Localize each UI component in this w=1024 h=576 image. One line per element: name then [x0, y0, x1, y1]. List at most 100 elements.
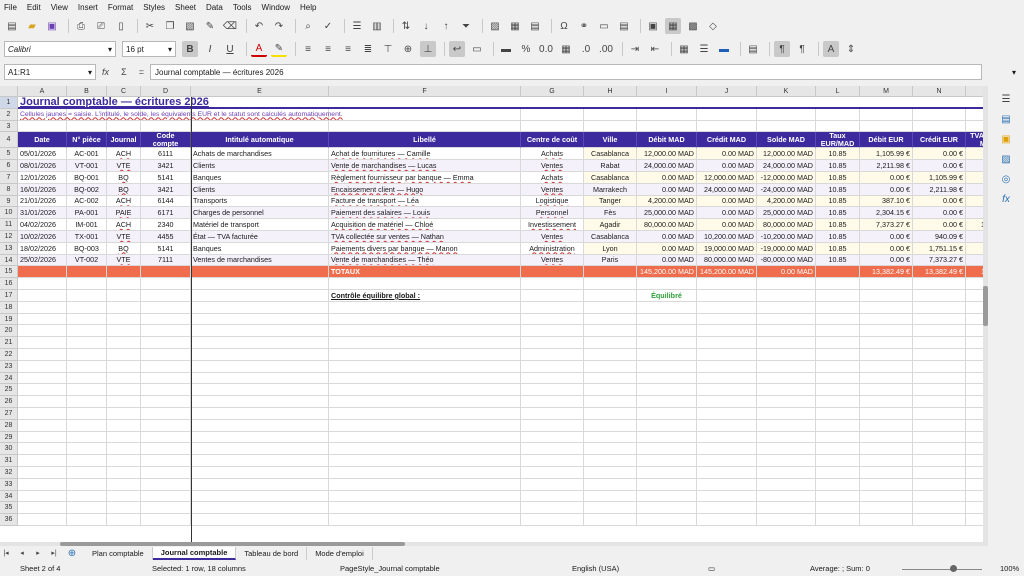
- grid-cell[interactable]: [637, 490, 697, 503]
- grid-cell[interactable]: [18, 431, 67, 444]
- grid-cell[interactable]: [67, 301, 107, 314]
- grid-cell[interactable]: [816, 514, 860, 526]
- zoom-slider-handle[interactable]: [950, 565, 957, 572]
- grid-cell[interactable]: [637, 431, 697, 444]
- entry-cell[interactable]: 10.85: [816, 231, 860, 243]
- select-all-corner[interactable]: [0, 86, 18, 97]
- grid-cell[interactable]: [107, 514, 141, 526]
- menu-item-styles[interactable]: Styles: [143, 3, 165, 12]
- grid-cell[interactable]: [637, 419, 697, 432]
- entry-cell[interactable]: Agadir: [584, 219, 637, 231]
- row-header[interactable]: 5: [0, 148, 18, 161]
- column-header[interactable]: D: [141, 86, 191, 97]
- grid-cell[interactable]: [67, 372, 107, 385]
- grid-cell[interactable]: [67, 514, 107, 526]
- grid-cell[interactable]: [816, 455, 860, 467]
- grid-cell[interactable]: [67, 419, 107, 432]
- entry-cell[interactable]: 0.00 MAD: [637, 172, 697, 184]
- entry-cell[interactable]: 4455: [141, 231, 191, 243]
- grid-cell[interactable]: [67, 360, 107, 373]
- sort-descending-icon[interactable]: ↑: [438, 18, 454, 34]
- grid-cell[interactable]: [107, 290, 141, 302]
- grid-cell[interactable]: [18, 278, 67, 290]
- pivot-table-icon[interactable]: ▤: [527, 18, 543, 34]
- grid-cell[interactable]: [637, 325, 697, 338]
- entry-cell[interactable]: Clients: [191, 160, 329, 172]
- grid-cell[interactable]: [757, 325, 816, 338]
- grid-cell[interactable]: [67, 313, 107, 326]
- formula-input[interactable]: Journal comptable — écritures 2026: [150, 64, 982, 80]
- grid-cell[interactable]: [913, 372, 966, 385]
- function-wizard-icon[interactable]: fx: [102, 67, 109, 77]
- entry-cell[interactable]: 0.00 MAD: [637, 183, 697, 196]
- grid-cell[interactable]: [107, 349, 141, 361]
- menu-item-window[interactable]: Window: [262, 3, 290, 12]
- entry-cell[interactable]: 0.00 €: [913, 195, 966, 208]
- column-header[interactable]: I: [637, 86, 697, 97]
- paste-icon[interactable]: ▧: [182, 18, 198, 34]
- entry-cell[interactable]: ACH: [107, 219, 141, 231]
- percent-format-icon[interactable]: %: [518, 41, 534, 57]
- grid-cell[interactable]: [584, 455, 637, 467]
- grid-cell[interactable]: [637, 502, 697, 515]
- save-icon[interactable]: ▣: [44, 18, 60, 34]
- sheet-note[interactable]: Cellules jaunes = saisie. L'intitulé, le…: [18, 109, 988, 121]
- column-header[interactable]: H: [584, 86, 637, 97]
- grid-cell[interactable]: [860, 337, 913, 349]
- entry-cell[interactable]: IM-001: [67, 219, 107, 231]
- grid-cell[interactable]: [521, 502, 584, 515]
- grid-cell[interactable]: [816, 349, 860, 361]
- grid-cell[interactable]: [521, 419, 584, 432]
- grid-cell[interactable]: [107, 431, 141, 444]
- row-header[interactable]: 23: [0, 360, 18, 373]
- entry-cell[interactable]: Administration: [521, 242, 584, 255]
- grid-cell[interactable]: [913, 290, 966, 302]
- grid-cell[interactable]: [141, 502, 191, 515]
- entry-cell[interactable]: Paiements divers par banque — Manon: [329, 242, 521, 255]
- entry-cell[interactable]: 7,373.27 €: [860, 219, 913, 231]
- grid-cell[interactable]: [913, 313, 966, 326]
- properties-icon[interactable]: ▤: [999, 112, 1013, 126]
- grid-cell[interactable]: [67, 490, 107, 503]
- entry-cell[interactable]: 31/01/2026: [18, 207, 67, 220]
- grid-cell[interactable]: [637, 384, 697, 397]
- column-title[interactable]: Ville: [584, 132, 637, 149]
- column-title[interactable]: Journal: [107, 132, 141, 149]
- image-icon[interactable]: ▨: [487, 18, 503, 34]
- entry-cell[interactable]: 6111: [141, 148, 191, 161]
- entry-cell[interactable]: -10,200.00 MAD: [757, 231, 816, 243]
- grid-cell[interactable]: [191, 502, 329, 515]
- grid-cell[interactable]: [816, 337, 860, 349]
- entry-cell[interactable]: Fès: [584, 207, 637, 220]
- highlight-color-icon[interactable]: ✎: [271, 41, 287, 57]
- grid-cell[interactable]: [18, 337, 67, 349]
- entry-cell[interactable]: -19,000.00 MAD: [757, 242, 816, 255]
- next-sheet-icon[interactable]: ▸: [32, 545, 44, 561]
- grid-cell[interactable]: [191, 290, 329, 302]
- entry-cell[interactable]: BQ-001: [67, 172, 107, 184]
- grid-cell[interactable]: [816, 278, 860, 290]
- bold-button[interactable]: B: [182, 41, 198, 57]
- entry-cell[interactable]: 24,000.00 MAD: [637, 160, 697, 172]
- last-sheet-icon[interactable]: ▸|: [48, 545, 60, 561]
- column-title[interactable]: N° pièce: [67, 132, 107, 149]
- entry-cell[interactable]: 10.85: [816, 160, 860, 172]
- grid-cell[interactable]: [191, 372, 329, 385]
- totals-label[interactable]: TOTAUX: [329, 266, 521, 279]
- grid-cell[interactable]: [697, 490, 757, 503]
- column-title[interactable]: Débit EUR: [860, 132, 913, 149]
- grid-cell[interactable]: [816, 467, 860, 479]
- entry-cell[interactable]: 0.00 MAD: [697, 207, 757, 220]
- row-header[interactable]: 11: [0, 219, 18, 231]
- wrap-text-icon[interactable]: ↩: [449, 41, 465, 57]
- row-header[interactable]: 36: [0, 514, 18, 526]
- grid-cell[interactable]: [67, 396, 107, 408]
- grid-cell[interactable]: [860, 514, 913, 526]
- entry-cell[interactable]: 16/01/2026: [18, 183, 67, 196]
- grid-cell[interactable]: [757, 278, 816, 290]
- sort-ascending-icon[interactable]: ↓: [418, 18, 434, 34]
- entry-cell[interactable]: VT-001: [67, 160, 107, 172]
- totals-cell[interactable]: [141, 266, 191, 279]
- grid-cell[interactable]: [913, 467, 966, 479]
- align-right-icon[interactable]: ≡: [340, 41, 356, 57]
